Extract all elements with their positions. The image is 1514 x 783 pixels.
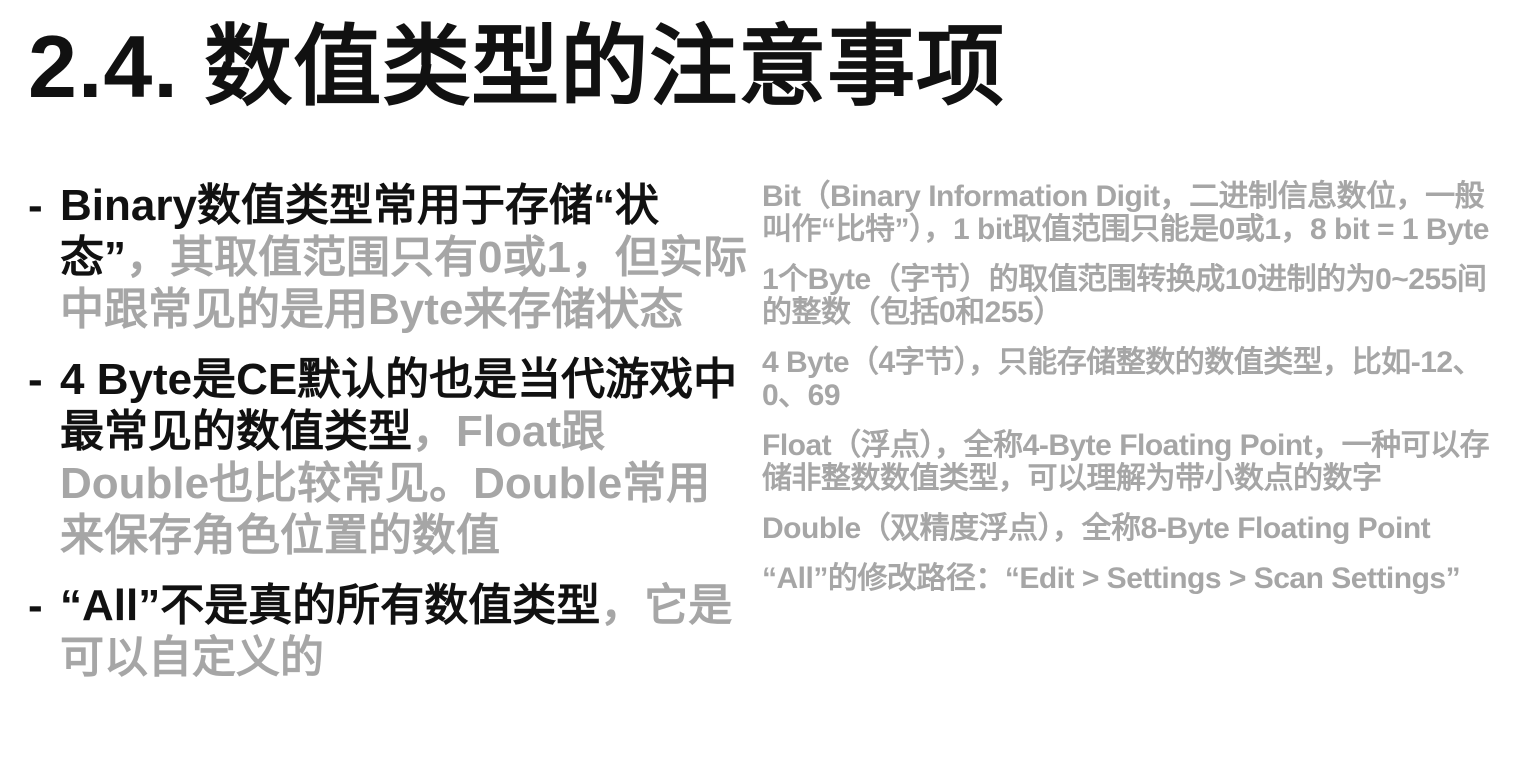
bullet-emphasis: “All”不是真的所有数值类型 <box>60 581 601 630</box>
bullet-4byte: -4 Byte是CE默认的也是当代游戏中最常见的数值类型，Float跟Doubl… <box>28 354 748 562</box>
bullet-list: - Binary数值类型常用于存储“状态”，其取值范围只有0或1，但实际中跟常见的… <box>28 180 748 702</box>
bullet-dash: - <box>28 581 43 630</box>
note-float: Float（浮点），全称4-Byte Floating Point，一种可以存储… <box>762 429 1490 495</box>
note-byte: 1个Byte（字节）的取值范围转换成10进制的为0~255间的整数（包括0和25… <box>762 263 1487 329</box>
note-4byte: 4 Byte（4字节），只能存储整数的数值类型，比如-12、0、69 <box>762 346 1483 412</box>
bullet-binary: - Binary数值类型常用于存储“状态”，其取值范围只有0或1，但实际中跟常见的… <box>28 180 748 336</box>
bullet-emphasis: 4 Byte是CE默认的也是当代游戏中最常见的数值类型 <box>60 355 738 456</box>
note-all-path: “All”的修改路径：“Edit > Settings > Scan Setti… <box>762 562 1461 595</box>
notes-column: Bit（Binary Information Digit，二进制信息数位，一般叫… <box>762 180 1497 612</box>
slide-title: 2.4. 数值类型的注意事项 <box>28 17 1006 116</box>
bullet-dash: - <box>28 355 43 404</box>
bullet-dash: - <box>28 181 43 230</box>
bullet-detail: ，其取值范围只有0或1，但实际中跟常见的是用Byte来存储状态 <box>60 233 747 334</box>
bullet-all: - “All”不是真的所有数值类型，它是可以自定义的 <box>28 580 748 684</box>
note-double: Double（双精度浮点），全称8-Byte Floating Point <box>762 512 1431 545</box>
note-bit: Bit（Binary Information Digit，二进制信息数位，一般叫… <box>762 180 1489 246</box>
